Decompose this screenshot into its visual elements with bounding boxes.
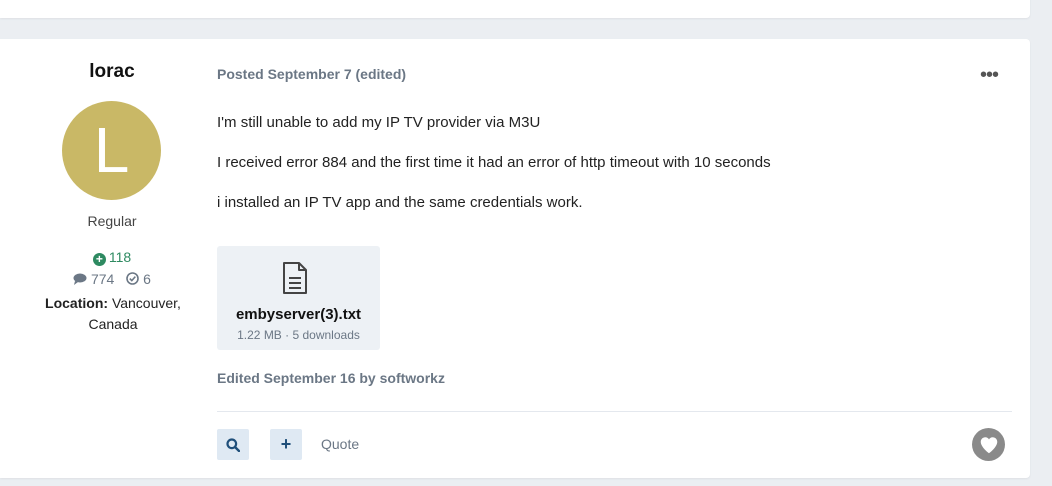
attachment-info: 1.22 MB · 5 downloads <box>237 328 360 342</box>
post-meta: Posted September 7 (edited) <box>217 66 406 82</box>
edited-note: Edited September 16 by softworkz <box>217 370 445 386</box>
attachment-name[interactable]: embyserver(3).txt <box>217 306 380 323</box>
more-options-icon[interactable]: ••• <box>980 64 999 87</box>
author-rank: Regular <box>87 213 137 229</box>
post-card: lorac L Regular +118 774 6 Location: Van… <box>0 39 1030 478</box>
search-icon <box>226 438 241 453</box>
plus-circle-icon: + <box>92 253 106 266</box>
reputation-count: 118 <box>108 249 132 265</box>
posted-date[interactable]: Posted September 7 <box>217 66 352 82</box>
multiquote-add-button[interactable]: + <box>270 429 302 460</box>
heart-icon <box>980 437 997 454</box>
post-paragraph: I'm still unable to add my IP TV provide… <box>217 114 541 131</box>
comment-icon <box>73 271 91 287</box>
plus-icon: + <box>280 434 292 454</box>
post-paragraph: i installed an IP TV app and the same cr… <box>217 194 583 211</box>
previous-post-card <box>0 0 1030 18</box>
author-stats: 774 6 <box>0 271 224 287</box>
file-text-icon <box>283 262 307 294</box>
reputation-badge: +118 <box>0 249 224 266</box>
author-location: Location: Vancouver, Canada <box>38 293 188 335</box>
attachment-card[interactable]: embyserver(3).txt 1.22 MB · 5 downloads <box>217 246 380 350</box>
post-paragraph: I received error 884 and the first time … <box>217 154 771 171</box>
location-label: Location: <box>45 295 109 311</box>
quote-button[interactable]: Quote <box>321 436 359 452</box>
check-circle-icon <box>126 271 143 287</box>
reaction-button[interactable] <box>972 428 1005 461</box>
divider <box>217 411 1012 412</box>
solutions-count: 6 <box>143 271 151 287</box>
edited-flag: (edited) <box>355 66 407 82</box>
search-button[interactable] <box>217 429 249 460</box>
posts-count: 774 <box>90 271 115 287</box>
author-name[interactable]: lorac <box>0 61 224 83</box>
avatar[interactable]: L <box>62 101 161 200</box>
